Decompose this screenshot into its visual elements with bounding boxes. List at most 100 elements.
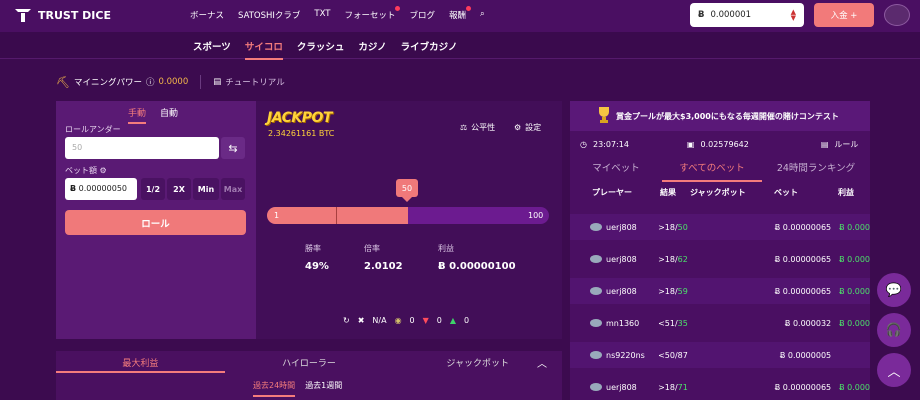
notification-dot <box>466 6 472 11</box>
book-icon: ▤ <box>820 139 829 149</box>
tab-24h-ranking[interactable]: 24時間ランキング <box>762 160 870 182</box>
tab-auto[interactable]: 自動 <box>160 106 178 124</box>
pickaxe-icon: ⛏ <box>56 75 70 89</box>
settings-label: 設定 <box>525 123 542 132</box>
contest-banner[interactable]: 賞金プールが最大$3,000にもなる毎週開催の賭けコンテスト <box>570 101 870 131</box>
swap-direction-button[interactable]: ⇆ <box>221 137 245 159</box>
table-row[interactable]: uerj808 >18/62 Ƀ 0.00000065 Ƀ 0.000 <box>570 246 870 272</box>
settings-button[interactable]: ⚙ 設定 <box>514 122 541 133</box>
currency-icon: Ƀ <box>698 10 705 20</box>
player-cell[interactable]: uerj808 <box>570 255 658 264</box>
support-button[interactable]: 🎧 <box>877 313 911 347</box>
stat-count-1: 0 <box>409 316 415 325</box>
nav-faucet[interactable]: フォーセット <box>344 6 401 21</box>
double-button[interactable]: 2X <box>167 178 191 200</box>
chat-button[interactable]: 💬 <box>877 273 911 307</box>
roll-under-input[interactable]: 50 <box>65 137 219 159</box>
profit-cell: Ƀ 0.000 <box>839 222 871 232</box>
logo[interactable]: TRUST DICE <box>14 7 111 23</box>
nav-blog[interactable]: ブログ <box>409 9 435 21</box>
tab-casino[interactable]: カジノ <box>358 39 386 60</box>
nav-rewards[interactable]: 報酬 <box>449 6 472 21</box>
roll-slider[interactable] <box>267 207 549 224</box>
nav-txt[interactable]: TXT <box>314 9 330 21</box>
tab-dice[interactable]: サイコロ <box>244 39 283 60</box>
divider <box>200 75 202 89</box>
roll-under-label: ロールアンダー <box>65 125 121 134</box>
slider-max: 100 <box>528 211 544 220</box>
mining-power: ⛏ マイニングパワー ⓘ 0.0000 ▤ チュートリアル <box>56 75 285 89</box>
table-row[interactable]: uerj808 >18/59 Ƀ 0.00000065 Ƀ 0.000 <box>570 278 870 304</box>
contest-text: 賞金プールが最大$3,000にもなる毎週開催の賭けコンテスト <box>616 111 839 121</box>
roll-button[interactable]: ロール <box>65 210 246 235</box>
result-roll: 59 <box>677 286 688 296</box>
tab-high-roller[interactable]: ハイローラー <box>225 351 394 373</box>
bets-tabs: マイベット すべてのベット 24時間ランキング <box>570 160 870 182</box>
tab-1week[interactable]: 過去1週間 <box>305 380 342 397</box>
table-row[interactable]: uerj808 >18/71 Ƀ 0.00000065 Ƀ 0.000 <box>570 374 870 400</box>
player-cell[interactable]: uerj808 <box>570 383 658 392</box>
payout-value: 2.0102 <box>364 261 403 272</box>
nav-satoshi-club[interactable]: SATOSHIクラブ <box>238 9 300 21</box>
profit-cell: Ƀ 0.000 <box>839 286 871 296</box>
table-row[interactable]: ns9220ns <50/87 Ƀ 0.0000005 <box>570 342 870 368</box>
tutorial-link[interactable]: チュートリアル <box>225 76 284 88</box>
tab-24h[interactable]: 過去24時間 <box>253 380 296 397</box>
slider-tick <box>336 207 337 224</box>
balance-select[interactable]: Ƀ 0.000001 ▲ ▼ <box>690 3 804 27</box>
fairness-label: 公平性 <box>471 123 496 132</box>
refresh-icon[interactable]: ↻ <box>343 316 350 325</box>
half-button[interactable]: 1/2 <box>141 178 165 200</box>
bet-amount-input[interactable]: Ƀ 0.00000050 <box>65 178 137 200</box>
tab-crash[interactable]: クラッシュ <box>297 39 345 60</box>
max-button[interactable]: Max <box>221 178 245 200</box>
tab-live-casino[interactable]: ライブカジノ <box>401 39 458 60</box>
main-nav: ボーナス SATOSHIクラブ TXT フォーセット ブログ 報酬 ⌕ <box>190 6 485 21</box>
search-icon[interactable]: ⌕ <box>480 9 485 21</box>
trophy-icon <box>599 107 609 123</box>
profit-cell: Ƀ 0.000 <box>839 318 871 328</box>
fish-icon <box>590 223 602 231</box>
tab-manual[interactable]: 手動 <box>128 106 147 124</box>
fairness-button[interactable]: ⚖ 公平性 <box>460 122 495 133</box>
player-cell[interactable]: mn1360 <box>570 319 658 328</box>
scale-icon: ⚖ <box>460 123 468 132</box>
col-player: プレーヤー <box>592 188 632 197</box>
result-roll: 71 <box>677 382 688 392</box>
player-name: uerj808 <box>606 286 637 296</box>
player-cell[interactable]: uerj808 <box>570 287 658 296</box>
chevron-up-icon[interactable]: ︿ <box>537 355 547 370</box>
gear-icon: ⚙ <box>514 123 522 132</box>
bet-cell: Ƀ 0.00000065 <box>774 286 832 296</box>
rules-link[interactable]: ルール <box>834 139 858 150</box>
nav-bonus[interactable]: ボーナス <box>190 9 224 21</box>
tab-max-profit[interactable]: 最大利益 <box>56 351 225 373</box>
coin-icon: ◉ <box>394 316 402 325</box>
nav-rewards-label: 報酬 <box>449 11 467 21</box>
player-cell[interactable]: uerj808 <box>570 223 658 232</box>
min-button[interactable]: Min <box>193 178 219 200</box>
table-row[interactable]: mn1360 <51/35 Ƀ 0.000032 Ƀ 0.000 <box>570 310 870 336</box>
tab-all-bets[interactable]: すべてのベット <box>662 160 762 182</box>
tab-sports[interactable]: スポーツ <box>193 39 231 60</box>
jackpot-title: JACKPOT <box>267 110 332 126</box>
result-roll: 50 <box>677 222 688 232</box>
player-cell[interactable]: ns9220ns <box>570 351 658 360</box>
countdown: 23:07:14 <box>592 139 629 149</box>
result-cell: >18/62 <box>658 255 705 264</box>
table-row[interactable]: uerj808 >18/50 Ƀ 0.00000065 Ƀ 0.000 <box>570 214 870 240</box>
result-cell: <50/87 <box>658 351 705 360</box>
logo-icon <box>15 9 31 22</box>
logo-text: TRUST DICE <box>38 8 111 22</box>
slider-value-badge[interactable]: 50 <box>396 179 418 197</box>
tab-my-bets[interactable]: マイベット <box>570 160 662 182</box>
scroll-top-button[interactable]: ︿ <box>877 353 911 387</box>
result-roll: 62 <box>677 254 688 264</box>
deposit-button[interactable]: 入金 + <box>814 3 874 27</box>
avatar[interactable] <box>884 4 910 26</box>
settings-small-icon: ⚙ <box>99 166 107 175</box>
stat-count-3: 0 <box>464 316 470 325</box>
fish-icon <box>590 287 602 295</box>
prize-icon: ▣ <box>686 139 695 149</box>
info-icon[interactable]: ⓘ <box>146 76 155 88</box>
